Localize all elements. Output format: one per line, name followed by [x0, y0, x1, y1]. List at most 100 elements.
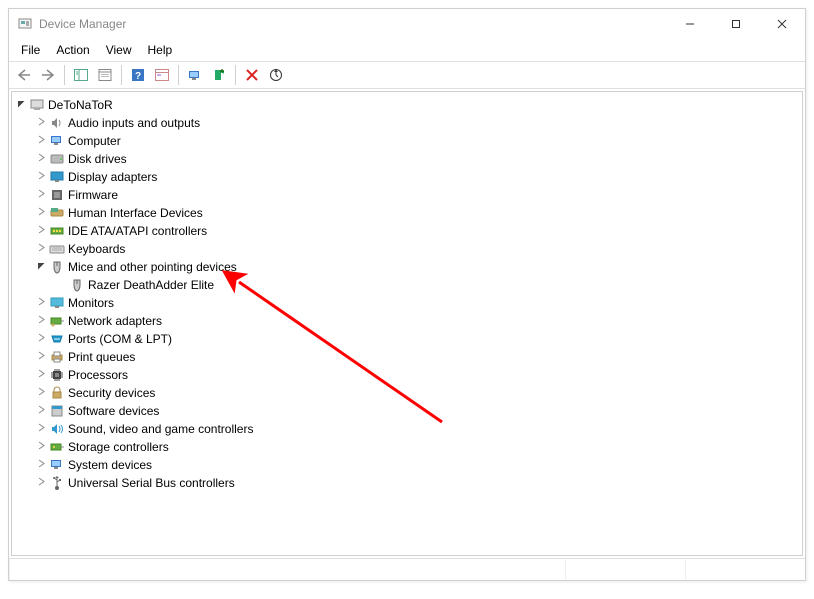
tree-node-label: Firmware: [68, 188, 118, 202]
tree-node-label: Audio inputs and outputs: [68, 116, 200, 130]
processor-icon: [49, 367, 65, 383]
tree-node-label: Monitors: [68, 296, 114, 310]
network-icon: [49, 313, 65, 329]
scan-hardware-button[interactable]: [184, 64, 206, 86]
chevron-right-icon[interactable]: [34, 171, 48, 183]
tree-node-network[interactable]: Network adapters: [14, 312, 800, 330]
tree-node-label: Display adapters: [68, 170, 157, 184]
update-settings-button[interactable]: [265, 64, 287, 86]
minimize-button[interactable]: [667, 9, 713, 39]
chevron-right-icon[interactable]: [34, 351, 48, 363]
help-button[interactable]: ?: [127, 64, 149, 86]
tree-node-label: IDE ATA/ATAPI controllers: [68, 224, 207, 238]
software-icon: [49, 403, 65, 419]
tree-node-computer[interactable]: Computer: [14, 132, 800, 150]
show-hide-console-tree-button[interactable]: [70, 64, 92, 86]
tree-node-keyboards[interactable]: Keyboards: [14, 240, 800, 258]
forward-button[interactable]: [37, 64, 59, 86]
tree-node-firmware[interactable]: Firmware: [14, 186, 800, 204]
chevron-right-icon[interactable]: [34, 387, 48, 399]
computer-icon: [49, 133, 65, 149]
monitor-icon: [49, 295, 65, 311]
chevron-right-icon[interactable]: [34, 153, 48, 165]
security-icon: [49, 385, 65, 401]
sound-icon: [49, 421, 65, 437]
tree-node-hid[interactable]: Human Interface Devices: [14, 204, 800, 222]
menu-file[interactable]: File: [13, 41, 48, 59]
keyboard-icon: [49, 241, 65, 257]
tree-node-ide[interactable]: IDE ATA/ATAPI controllers: [14, 222, 800, 240]
tree-node-sound[interactable]: Sound, video and game controllers: [14, 420, 800, 438]
back-button[interactable]: [13, 64, 35, 86]
tree-node-security[interactable]: Security devices: [14, 384, 800, 402]
chevron-right-icon[interactable]: [34, 117, 48, 129]
disk-icon: [49, 151, 65, 167]
hid-icon: [49, 205, 65, 221]
chevron-right-icon[interactable]: [34, 477, 48, 489]
tree-node-label: Ports (COM & LPT): [68, 332, 172, 346]
tree-node-audio[interactable]: Audio inputs and outputs: [14, 114, 800, 132]
ide-icon: [49, 223, 65, 239]
tree-root-label: DeToNaToR: [48, 98, 113, 112]
chevron-right-icon[interactable]: [34, 459, 48, 471]
tree-node-label: Network adapters: [68, 314, 162, 328]
tree-node-disk[interactable]: Disk drives: [14, 150, 800, 168]
tree-node-usb[interactable]: Universal Serial Bus controllers: [14, 474, 800, 492]
mouse-icon: [49, 259, 65, 275]
tree-node-monitors[interactable]: Monitors: [14, 294, 800, 312]
chevron-right-icon[interactable]: [34, 423, 48, 435]
properties-button[interactable]: [94, 64, 116, 86]
tree-root[interactable]: DeToNaToR: [14, 96, 800, 114]
audio-icon: [49, 115, 65, 131]
tree-node-label: Universal Serial Bus controllers: [68, 476, 235, 490]
tree-node-ports[interactable]: Ports (COM & LPT): [14, 330, 800, 348]
device-manager-window: Device Manager File Action View Help: [8, 8, 806, 581]
chevron-right-icon[interactable]: [34, 315, 48, 327]
action-center-button[interactable]: [151, 64, 173, 86]
chevron-down-icon[interactable]: [34, 261, 48, 273]
chevron-right-icon[interactable]: [34, 225, 48, 237]
chevron-right-icon[interactable]: [34, 135, 48, 147]
chevron-right-icon[interactable]: [34, 333, 48, 345]
tree-node-label: Razer DeathAdder Elite: [88, 278, 214, 292]
chevron-right-icon[interactable]: [34, 441, 48, 453]
chevron-right-icon[interactable]: [34, 405, 48, 417]
tree-node-label: Security devices: [68, 386, 155, 400]
tree-node-display[interactable]: Display adapters: [14, 168, 800, 186]
tree-node-label: System devices: [68, 458, 152, 472]
tree-node-label: Computer: [68, 134, 121, 148]
menu-help[interactable]: Help: [140, 41, 181, 59]
tree-node-mice-child[interactable]: Razer DeathAdder Elite: [14, 276, 800, 294]
svg-text:?: ?: [135, 71, 141, 82]
tree-node-processors[interactable]: Processors: [14, 366, 800, 384]
chevron-down-icon[interactable]: [14, 99, 28, 111]
menu-action[interactable]: Action: [48, 41, 97, 59]
maximize-button[interactable]: [713, 9, 759, 39]
tree-node-software[interactable]: Software devices: [14, 402, 800, 420]
tree-node-label: Print queues: [68, 350, 135, 364]
tree-node-label: Software devices: [68, 404, 159, 418]
window-title: Device Manager: [39, 17, 126, 31]
statusbar: [9, 558, 805, 580]
device-tree-container[interactable]: DeToNaToR Audio inputs and outputs Compu…: [11, 91, 803, 556]
printer-icon: [49, 349, 65, 365]
chevron-right-icon[interactable]: [34, 207, 48, 219]
add-legacy-hardware-button[interactable]: [208, 64, 230, 86]
toolbar: ?: [9, 61, 805, 89]
uninstall-device-button[interactable]: [241, 64, 263, 86]
menu-view[interactable]: View: [98, 41, 140, 59]
ports-icon: [49, 331, 65, 347]
close-button[interactable]: [759, 9, 805, 39]
chevron-right-icon[interactable]: [34, 189, 48, 201]
tree-node-printq[interactable]: Print queues: [14, 348, 800, 366]
chevron-right-icon[interactable]: [34, 369, 48, 381]
tree-node-mice[interactable]: Mice and other pointing devices: [14, 258, 800, 276]
tree-node-storage[interactable]: Storage controllers: [14, 438, 800, 456]
firmware-icon: [49, 187, 65, 203]
mouse-icon: [69, 277, 85, 293]
chevron-right-icon[interactable]: [34, 297, 48, 309]
device-tree: DeToNaToR Audio inputs and outputs Compu…: [12, 92, 802, 496]
chevron-right-icon[interactable]: [34, 243, 48, 255]
tree-node-system[interactable]: System devices: [14, 456, 800, 474]
tree-node-label: Storage controllers: [68, 440, 169, 454]
